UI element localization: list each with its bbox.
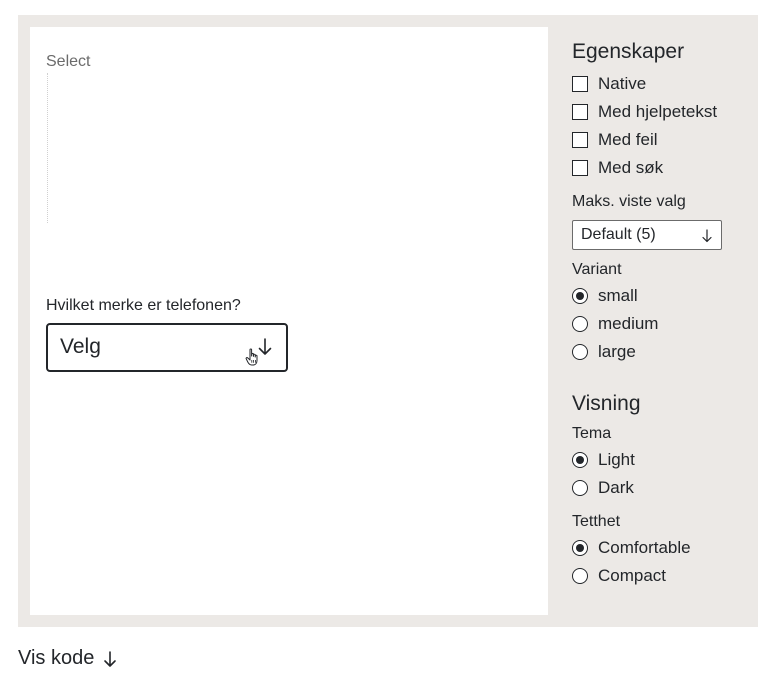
show-code-button[interactable]: Vis kode — [18, 647, 117, 670]
radio-button[interactable] — [572, 452, 588, 468]
checkbox-box[interactable] — [572, 160, 588, 176]
radio-label: Comfortable — [598, 538, 691, 557]
radio-variant-large[interactable]: large — [572, 341, 636, 363]
radio-button[interactable] — [572, 568, 588, 584]
radio-density-compact[interactable]: Compact — [572, 565, 666, 587]
checkbox-label: Med søk — [598, 158, 664, 177]
show-code-label: Vis kode — [18, 647, 95, 669]
checkbox-search[interactable]: Med søk — [572, 157, 663, 179]
max-options-select[interactable]: Default (5) — [572, 220, 722, 250]
radio-theme-dark[interactable]: Dark — [572, 477, 634, 499]
checkbox-label: Med hjelpetekst — [598, 102, 718, 121]
hand-pointer-cursor-icon — [245, 348, 258, 366]
radio-button[interactable] — [572, 344, 588, 360]
demo-frame: Select Hvilket merke er telefonen? Velg … — [18, 15, 758, 627]
select-field-label: Hvilket merke er telefonen? — [46, 297, 241, 314]
display-heading: Visning — [572, 392, 641, 415]
radio-button[interactable] — [572, 316, 588, 332]
checkbox-box[interactable] — [572, 132, 588, 148]
component-name: Select — [46, 53, 91, 70]
checkbox-error[interactable]: Med feil — [572, 129, 658, 151]
checkbox-help-text[interactable]: Med hjelpetekst — [572, 101, 717, 123]
spacing-guide — [47, 73, 48, 223]
radio-variant-small[interactable]: small — [572, 285, 638, 307]
preview-area: Select Hvilket merke er telefonen? Velg — [30, 27, 548, 615]
theme-label: Tema — [572, 425, 612, 442]
radio-label: Compact — [598, 566, 667, 585]
checkbox-label: Med feil — [598, 130, 658, 149]
radio-label: medium — [598, 314, 659, 333]
max-options-label: Maks. viste valg — [572, 193, 686, 210]
radio-label: Light — [598, 450, 635, 469]
radio-variant-medium[interactable]: medium — [572, 313, 658, 335]
checkbox-box[interactable] — [572, 104, 588, 120]
properties-heading: Egenskaper — [572, 40, 685, 63]
radio-button[interactable] — [572, 540, 588, 556]
phone-brand-select[interactable]: Velg — [46, 323, 288, 372]
variant-label: Variant — [572, 261, 622, 278]
radio-density-comfortable[interactable]: Comfortable — [572, 537, 691, 559]
density-label: Tetthet — [572, 513, 621, 530]
radio-button[interactable] — [572, 480, 588, 496]
checkbox-label: Native — [598, 74, 647, 93]
arrow-down-icon — [104, 650, 117, 667]
arrow-down-icon — [702, 229, 712, 243]
select-current-value: Velg — [60, 335, 101, 358]
max-options-value: Default (5) — [581, 226, 656, 243]
radio-label: Dark — [598, 478, 634, 497]
checkbox-native[interactable]: Native — [572, 73, 646, 95]
radio-label: small — [598, 286, 638, 305]
checkbox-box[interactable] — [572, 76, 588, 92]
radio-label: large — [598, 342, 636, 361]
radio-theme-light[interactable]: Light — [572, 449, 635, 471]
radio-button[interactable] — [572, 288, 588, 304]
